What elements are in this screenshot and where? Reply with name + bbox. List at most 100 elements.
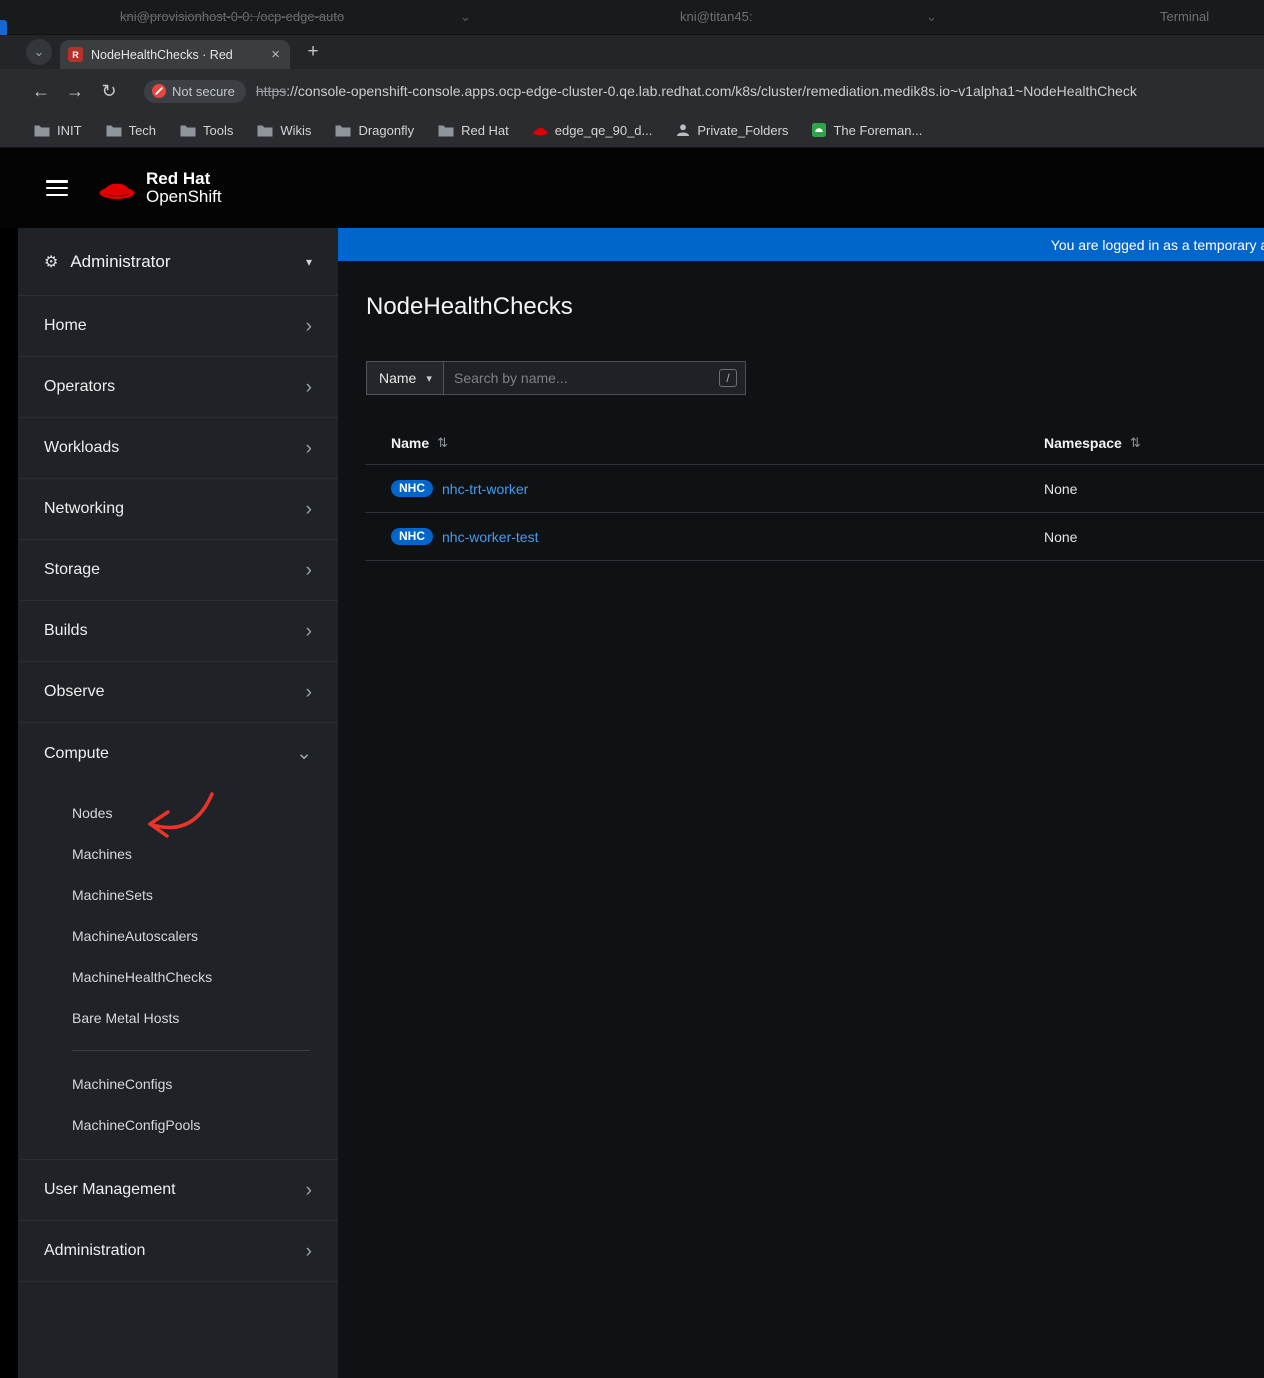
column-header-namespace[interactable]: Namespace ⇅ [1044,435,1141,451]
browser-tab-strip: ⌄ R NodeHealthChecks · Red × + [0,35,1264,69]
sidebar-item-machinehealthchecks[interactable]: MachineHealthChecks [18,956,338,997]
search-shortcut-key: / [719,369,737,387]
login-banner: You are logged in as a temporary ad [338,228,1264,261]
hamburger-menu-icon[interactable] [46,180,68,196]
chevron-down-icon: ⌄ [460,9,471,24]
chevron-down-icon: ⌄ [296,743,312,764]
chevron-down-icon: ⌄ [33,44,45,59]
terminal-title-right: Terminal [1160,9,1210,24]
back-icon[interactable]: ← [24,81,58,102]
filter-toolbar: Name ▾ / [366,361,1264,395]
brand-logo: Red Hat OpenShift [98,170,222,206]
bookmark-init[interactable]: INIT [34,123,82,138]
tab-search-button[interactable]: ⌄ [26,39,52,65]
chevron-right-icon: › [305,620,312,642]
nhc-resource-badge: NHC [391,528,433,545]
chevron-right-icon: › [305,1240,312,1262]
main-content: You are logged in as a temporary ad Node… [338,228,1264,1378]
tab-favicon: R [68,47,83,62]
folder-icon [438,124,454,137]
sidebar-item-builds[interactable]: Builds › [18,601,338,662]
chevron-down-icon: ⌄ [926,9,937,24]
left-gutter [0,228,18,1378]
url-rest: ://console-openshift-console.apps.ocp-ed… [286,83,1137,99]
resource-link[interactable]: nhc-worker-test [442,529,538,545]
sidebar-item-observe[interactable]: Observe › [18,662,338,723]
bookmarks-bar: INIT Tech Tools Wikis Dragonfly Red Hat … [0,113,1264,148]
bookmark-edge-qe[interactable]: edge_qe_90_d... [533,123,652,138]
filter-type-dropdown[interactable]: Name ▾ [366,361,444,395]
bookmark-tools[interactable]: Tools [180,123,233,138]
person-icon [676,123,690,137]
sidebar-item-networking[interactable]: Networking › [18,479,338,540]
sidebar-nav: ⚙ Administrator ▾ Home › Operators › Wor… [18,228,338,1378]
close-icon[interactable]: × [269,47,282,62]
chevron-right-icon: › [305,498,312,520]
sort-icon: ⇅ [1129,434,1141,450]
foreman-icon [812,123,827,137]
sidebar-item-machineconfigpools[interactable]: MachineConfigPools [18,1104,338,1145]
brand-redhat: Red Hat [146,169,211,188]
redhat-fedora-icon [99,183,135,199]
browser-tab[interactable]: R NodeHealthChecks · Red × [60,40,290,69]
sidebar-item-administration[interactable]: Administration › [18,1221,338,1282]
url-text: https://console-openshift-console.apps.o… [256,83,1137,99]
brand-openshift: OpenShift [146,187,222,206]
not-secure-icon [152,84,166,98]
new-tab-button[interactable]: + [300,39,326,65]
sidebar-item-machines[interactable]: Machines [18,833,338,874]
bookmark-dragonfly[interactable]: Dragonfly [335,123,414,138]
terminal-title-mid: kni@titan45: [680,9,753,24]
chevron-right-icon: › [305,315,312,337]
nodehealthchecks-table: Name ⇅ Namespace ⇅ NHC nhc-trt-worker No… [365,421,1264,561]
subnav-divider [72,1050,310,1051]
bookmark-redhat[interactable]: Red Hat [438,123,509,138]
sidebar-item-workloads[interactable]: Workloads › [18,418,338,479]
sidebar-item-compute[interactable]: Compute ⌄ [18,723,338,784]
sidebar-item-operators[interactable]: Operators › [18,357,338,418]
reload-icon[interactable]: ↻ [92,81,126,102]
perspective-switcher[interactable]: ⚙ Administrator ▾ [18,228,338,296]
folder-icon [180,124,196,137]
login-banner-text: You are logged in as a temporary ad [1050,236,1264,253]
chevron-right-icon: › [305,1179,312,1201]
resource-link[interactable]: nhc-trt-worker [442,481,528,497]
sidebar-item-baremetalhosts[interactable]: Bare Metal Hosts [18,997,338,1038]
redhat-icon [533,124,548,136]
table-row: NHC nhc-trt-worker None [365,465,1264,513]
folder-icon [335,124,351,137]
app-masthead: Red Hat OpenShift [0,148,1264,228]
gear-icon: ⚙ [44,253,59,271]
not-secure-label: Not secure [172,83,235,99]
folder-icon [34,124,50,137]
sidebar-item-machineconfigs[interactable]: MachineConfigs [18,1063,338,1104]
chevron-right-icon: › [305,376,312,398]
chevron-right-icon: › [305,559,312,581]
nhc-resource-badge: NHC [391,480,433,497]
column-header-name[interactable]: Name ⇅ [365,435,1044,451]
sidebar-item-machineautoscalers[interactable]: MachineAutoscalers [18,915,338,956]
terminal-title-left: kni@provisionhost-0-0: /ocp-edge-auto [120,9,345,24]
chevron-right-icon: › [305,681,312,703]
sidebar-item-machinesets[interactable]: MachineSets [18,874,338,915]
sidebar-item-home[interactable]: Home › [18,296,338,357]
sidebar-item-nodes[interactable]: Nodes [18,792,338,833]
compute-subnav: Nodes Machines MachineSets MachineAutosc… [18,784,338,1160]
sort-icon: ⇅ [437,434,449,450]
bookmark-tech[interactable]: Tech [106,123,156,138]
url-bar[interactable]: Not secure https://console-openshift-con… [144,79,1264,103]
forward-icon[interactable]: → [58,81,92,102]
not-secure-chip[interactable]: Not secure [144,79,246,103]
caret-down-icon: ▾ [426,372,432,385]
sidebar-item-storage[interactable]: Storage › [18,540,338,601]
terminal-titlebar: kni@provisionhost-0-0: /ocp-edge-auto ⌄ … [0,0,1264,35]
search-input[interactable] [454,370,719,386]
bookmark-private-folders[interactable]: Private_Folders [676,123,788,138]
table-row: NHC nhc-worker-test None [365,513,1264,561]
tab-title: NodeHealthChecks · Red [91,47,233,62]
bookmark-wikis[interactable]: Wikis [257,123,311,138]
chevron-right-icon: › [305,437,312,459]
bookmark-foreman[interactable]: The Foreman... [812,123,922,138]
sidebar-item-user-management[interactable]: User Management › [18,1160,338,1221]
search-box: / [444,361,746,395]
